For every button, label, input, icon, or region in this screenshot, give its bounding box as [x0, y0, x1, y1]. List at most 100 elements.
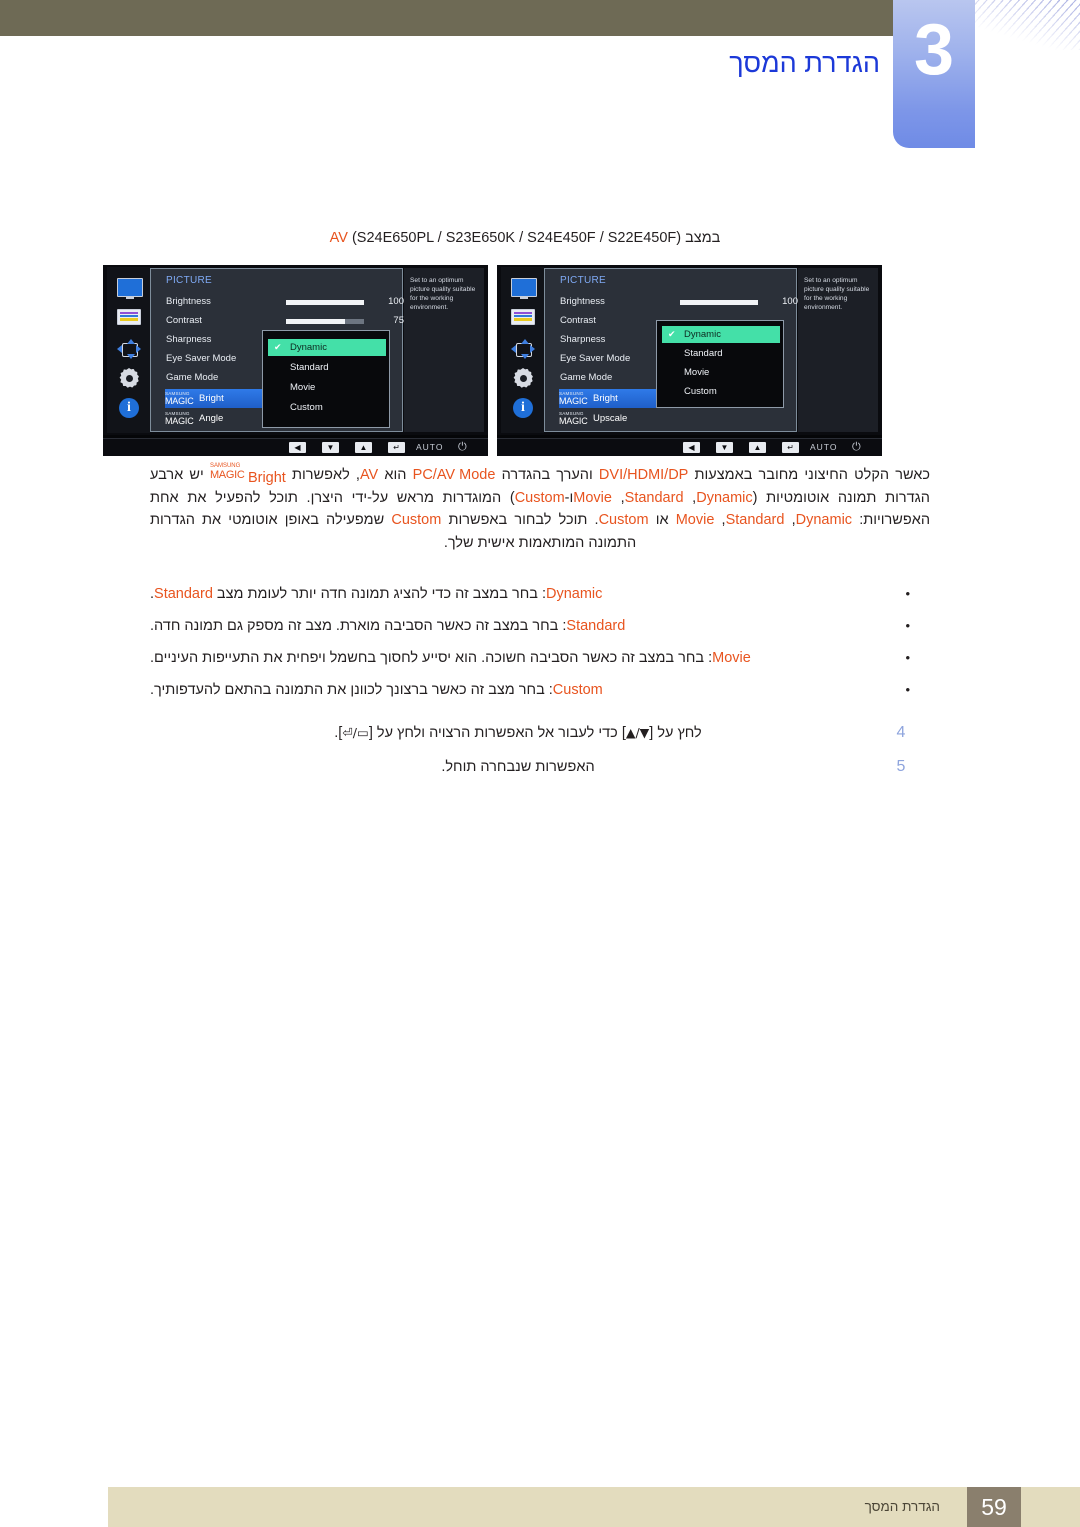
figure-caption: במצב AV (S24E650PL / S23E650K / S24E450F…: [120, 230, 930, 246]
osd-row-brightness[interactable]: Brightness 100: [560, 296, 798, 307]
para-opt-custom-2: Custom: [598, 512, 649, 528]
para-text: ,: [784, 512, 796, 528]
osd-row-brightness[interactable]: Brightness 100: [166, 296, 404, 307]
osd-label-contrast: Contrast: [166, 315, 202, 326]
brightness-value: 100: [388, 296, 404, 307]
position-arrows-icon[interactable]: [511, 339, 535, 359]
dropdown-label: Custom: [684, 386, 717, 397]
dropdown-item-movie[interactable]: Movie: [662, 364, 780, 381]
dropdown-item-standard[interactable]: Standard: [268, 359, 386, 376]
dropdown-label: Dynamic: [290, 342, 327, 353]
osd-label-magic-bright: Bright: [593, 393, 618, 404]
para-opt-movie-2: Movie: [675, 512, 715, 528]
osd-row-game-mode[interactable]: Game Mode: [560, 372, 612, 383]
bullet-ref: Standard: [154, 586, 213, 602]
gear-icon[interactable]: [511, 368, 535, 388]
para-pcav-ref: PC/AV Mode: [412, 467, 496, 483]
osd-label-eye-saver: Eye Saver Mode: [166, 353, 237, 364]
magic-bright-dropdown-left[interactable]: ✔ Dynamic Standard Movie Custom: [262, 330, 390, 428]
brightness-slider[interactable]: [286, 300, 364, 305]
para-opt-dynamic: Dynamic: [696, 489, 753, 506]
enter-button[interactable]: ↵: [388, 442, 405, 453]
chapter-number: 3: [913, 10, 955, 90]
para-opt-dynamic-2: Dynamic: [795, 512, 853, 528]
enter-button[interactable]: ↵: [782, 442, 799, 453]
bullet-text: : בחר במצב זה כאשר הסביבה חשוכה. הוא יסי…: [150, 650, 713, 666]
dropdown-label: Movie: [684, 367, 710, 378]
auto-button[interactable]: AUTO: [416, 442, 443, 452]
caption-highlight: AV: [329, 230, 348, 246]
power-icon[interactable]: ⏻: [852, 441, 861, 454]
dropdown-item-movie[interactable]: Movie: [268, 379, 386, 396]
dropdown-item-standard[interactable]: Standard: [662, 345, 780, 362]
samsung-magic-logo: SAMSUNG MAGIC: [165, 411, 194, 426]
osd-row-eye-saver[interactable]: Eye Saver Mode: [166, 353, 236, 364]
step-number: 4: [896, 724, 906, 741]
decorative-stripes: [975, 0, 1080, 50]
contrast-value: 75: [393, 315, 404, 326]
dropdown-label: Standard: [684, 348, 723, 359]
color-bars-icon[interactable]: [511, 309, 535, 329]
bullet-term: Custom: [552, 682, 603, 698]
list-item: Standard: בחר במצב זה כאשר הסביבה מוארת.…: [150, 610, 910, 642]
auto-button[interactable]: AUTO: [810, 442, 837, 452]
dropdown-label: Dynamic: [684, 329, 721, 340]
dropdown-label: Movie: [290, 382, 316, 393]
list-item: Dynamic: בחר במצב זה כדי להציג תמונה חדה…: [150, 578, 910, 610]
osd-row-contrast[interactable]: Contrast 75: [166, 315, 404, 326]
chapter-title: הגדרת המסך: [729, 48, 880, 78]
brightness-value: 100: [782, 296, 798, 307]
dropdown-item-custom[interactable]: Custom: [268, 399, 386, 416]
left-arrow-button[interactable]: ◀: [289, 442, 306, 453]
info-icon[interactable]: i: [117, 398, 141, 418]
osd-label-brightness: Brightness: [166, 296, 211, 307]
bullet-term: Dynamic: [545, 586, 603, 602]
step-keys-updown: ▲/▼: [625, 725, 650, 740]
check-icon: ✔: [668, 329, 676, 339]
down-arrow-button[interactable]: ▼: [716, 442, 733, 453]
monitor-icon[interactable]: [117, 278, 143, 299]
osd-row-contrast[interactable]: Contrast: [560, 315, 596, 326]
header-olive-bar: [0, 0, 893, 36]
para-dvi-ref: DVI/HDMI/DP: [598, 467, 689, 483]
osd-help-text: Set to an optimum picture quality suitab…: [798, 268, 878, 432]
dropdown-item-custom[interactable]: Custom: [662, 383, 780, 400]
bullet-text: : בחר במצב זה כדי להציג תמונה חדה יותר ל…: [212, 586, 546, 602]
power-icon[interactable]: ⏻: [458, 441, 467, 454]
gear-icon[interactable]: [117, 368, 141, 388]
para-text: כאשר הקלט החיצוני מחובר באמצעות: [688, 467, 930, 483]
step-item: 4 לחץ על [▲/▼] כדי לעבור אל האפשרות הרצו…: [150, 716, 910, 750]
position-arrows-icon[interactable]: [117, 339, 141, 359]
brightness-slider[interactable]: [680, 300, 758, 305]
numbered-steps: 4 לחץ על [▲/▼] כדי לעבור אל האפשרות הרצו…: [150, 716, 910, 784]
samsung-magic-logo: SAMSUNG MAGIC: [165, 391, 194, 406]
para-text: הוא: [378, 467, 413, 483]
color-bars-icon[interactable]: [117, 309, 141, 329]
osd-label-game-mode: Game Mode: [560, 372, 613, 383]
dropdown-item-dynamic[interactable]: ✔ Dynamic: [662, 326, 780, 343]
up-arrow-button[interactable]: ▲: [749, 442, 766, 453]
osd-row-sharpness[interactable]: Sharpness: [560, 334, 605, 345]
osd-row-magic-upscale[interactable]: SAMSUNG MAGIC Upscale: [559, 409, 679, 428]
contrast-slider[interactable]: [286, 319, 364, 324]
magic-bright-dropdown-right[interactable]: ✔ Dynamic Standard Movie Custom: [656, 320, 784, 408]
samsung-magic-logo: SAMSUNG MAGIC: [559, 411, 588, 426]
down-arrow-button[interactable]: ▼: [322, 442, 339, 453]
dropdown-item-dynamic[interactable]: ✔ Dynamic: [268, 339, 386, 356]
info-icon[interactable]: i: [511, 398, 535, 418]
osd-row-sharpness[interactable]: Sharpness: [166, 334, 211, 345]
check-icon: ✔: [274, 342, 282, 352]
para-text: ,: [683, 489, 697, 506]
mode-description-list: Dynamic: בחר במצב זה כדי להציג תמונה חדה…: [150, 578, 910, 706]
bullet-term: Standard: [566, 618, 626, 634]
para-opt-standard: Standard: [624, 489, 684, 506]
osd-row-eye-saver[interactable]: Eye Saver Mode: [560, 353, 630, 364]
page-header: 3 הגדרת המסך: [0, 0, 1080, 150]
left-arrow-button[interactable]: ◀: [683, 442, 700, 453]
up-arrow-button[interactable]: ▲: [355, 442, 372, 453]
caption-models: (S24E650PL / S23E650K / S24E450F / S22E4…: [347, 230, 682, 246]
monitor-icon[interactable]: [511, 278, 537, 299]
osd-row-game-mode[interactable]: Game Mode: [166, 372, 218, 383]
osd-menu-title: PICTURE: [560, 275, 606, 286]
osd-menu-title: PICTURE: [166, 275, 212, 286]
